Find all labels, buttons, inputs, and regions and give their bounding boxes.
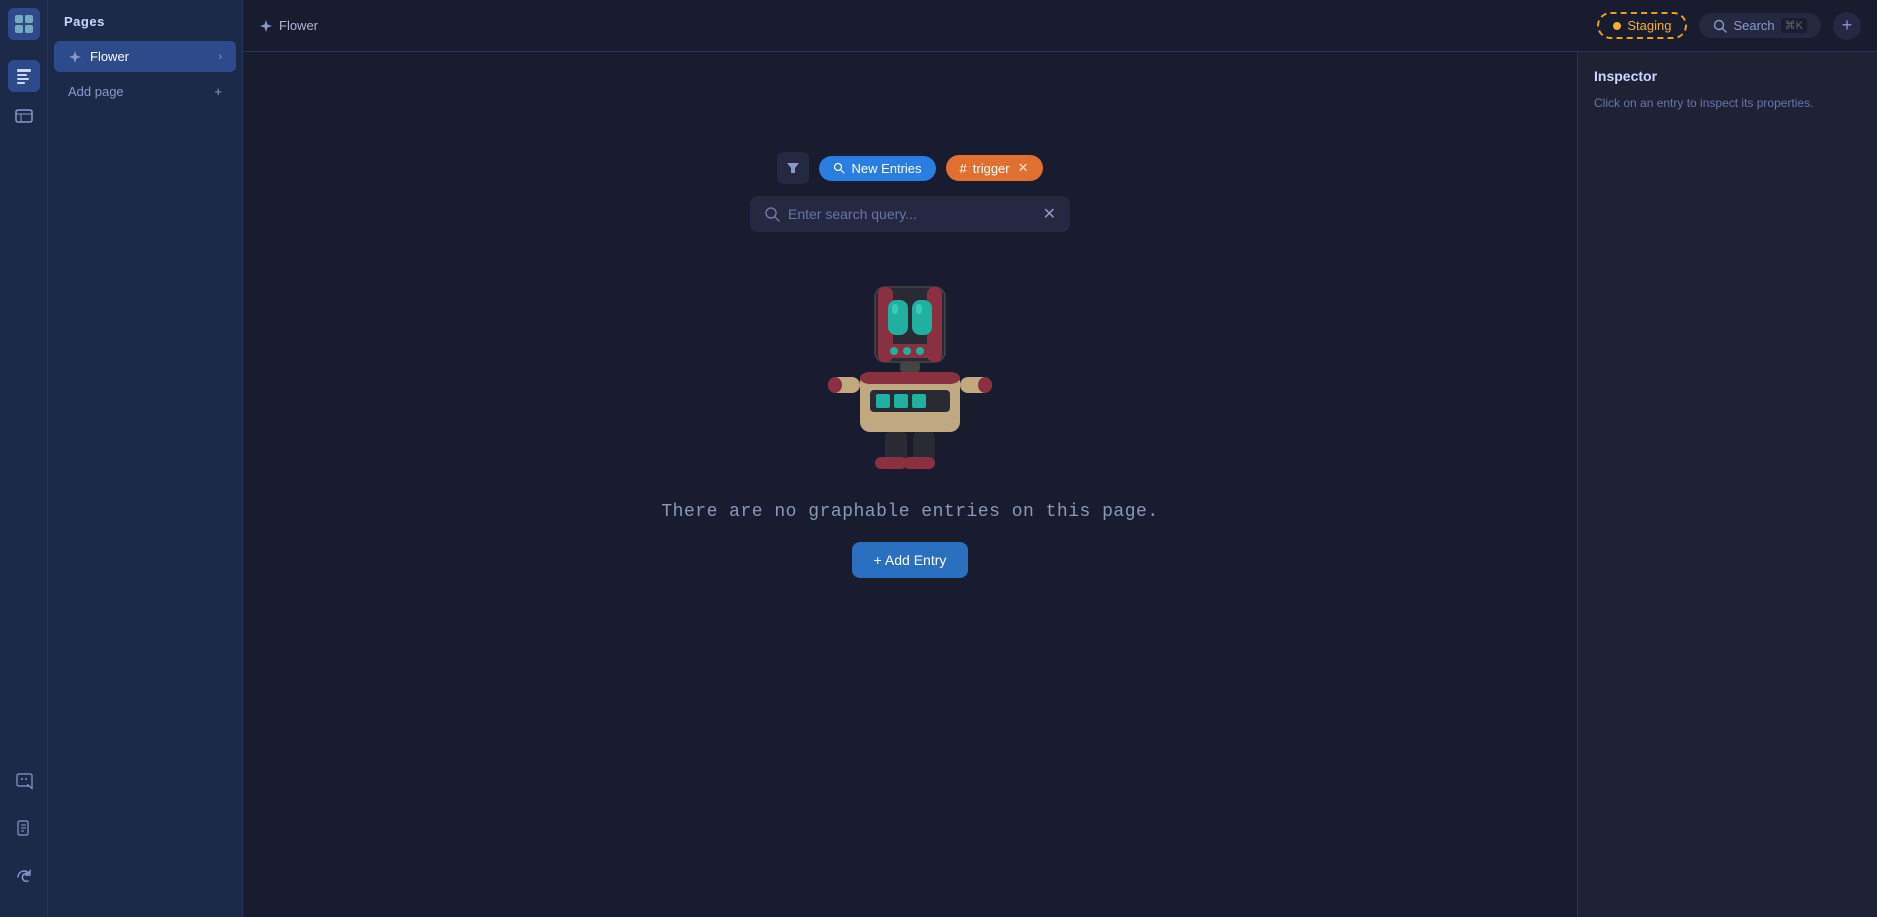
flower-icon (68, 50, 82, 64)
filter-button[interactable] (777, 152, 809, 184)
hash-icon: # (960, 161, 967, 176)
sidebar: Pages Flower › Add page + (48, 0, 243, 917)
add-page-label: Add page (68, 84, 124, 99)
add-page-plus-icon: + (214, 84, 222, 99)
refresh-icon[interactable] (8, 861, 40, 893)
add-entry-label: + Add Entry (874, 552, 947, 568)
search-input-container: ✕ (750, 196, 1070, 232)
robot-illustration (820, 272, 1000, 472)
topbar-right: Staging Search ⌘K + (1597, 12, 1861, 40)
breadcrumb-label: Flower (279, 18, 318, 33)
inspector-title: Inspector (1594, 68, 1861, 84)
docs-icon[interactable] (8, 813, 40, 845)
staging-badge[interactable]: Staging (1597, 12, 1687, 39)
filter-chip-trigger[interactable]: # trigger ✕ (946, 155, 1043, 181)
sidebar-add-page[interactable]: Add page + (54, 76, 236, 107)
search-icon (1713, 19, 1727, 33)
discord-icon[interactable] (8, 765, 40, 797)
empty-state-message: There are no graphable entries on this p… (661, 502, 1158, 522)
close-chip-icon[interactable]: ✕ (1018, 160, 1029, 176)
sidebar-title: Pages (48, 0, 242, 39)
icon-rail (0, 0, 48, 917)
filter-icon (786, 161, 800, 175)
search-input-icon (764, 206, 780, 222)
search-kbd: ⌘K (1781, 18, 1807, 33)
main-content: New Entries # trigger ✕ ✕ (243, 52, 1577, 917)
search-clear-icon[interactable]: ✕ (1043, 204, 1056, 224)
inspector-hint: Click on an entry to inspect its propert… (1594, 94, 1861, 112)
content-and-inspector: New Entries # trigger ✕ ✕ (243, 52, 1877, 917)
add-button[interactable]: + (1833, 12, 1861, 40)
staging-label: Staging (1627, 18, 1671, 33)
icon-rail-bottom (8, 761, 40, 909)
breadcrumb-flower-icon (259, 19, 273, 33)
staging-dot (1613, 22, 1621, 30)
breadcrumb: Flower (259, 18, 318, 33)
search-label: Search (1733, 18, 1774, 33)
topbar-search-button[interactable]: Search ⌘K (1699, 13, 1821, 38)
sidebar-item-flower[interactable]: Flower › (54, 41, 236, 72)
entries-nav-icon[interactable] (8, 100, 40, 132)
search-chip-icon (833, 162, 845, 174)
sidebar-item-flower-label: Flower (90, 49, 129, 64)
topbar: Flower Staging Search ⌘K + (243, 0, 1877, 52)
pages-nav-icon[interactable] (8, 60, 40, 92)
plus-icon: + (1842, 15, 1853, 36)
new-entries-label: New Entries (851, 161, 921, 176)
app-logo-icon[interactable] (8, 8, 40, 40)
sidebar-item-left: Flower (68, 49, 129, 64)
main-wrapper: Flower Staging Search ⌘K + (243, 0, 1877, 917)
robot-svg (820, 272, 1000, 472)
chevron-right-icon: › (218, 51, 222, 63)
filter-chip-new-entries[interactable]: New Entries (819, 156, 935, 181)
trigger-label: trigger (973, 161, 1010, 176)
filter-bar: New Entries # trigger ✕ (777, 152, 1042, 184)
search-input[interactable] (788, 206, 1035, 222)
add-entry-button[interactable]: + Add Entry (852, 542, 969, 578)
inspector-panel: Inspector Click on an entry to inspect i… (1577, 52, 1877, 917)
